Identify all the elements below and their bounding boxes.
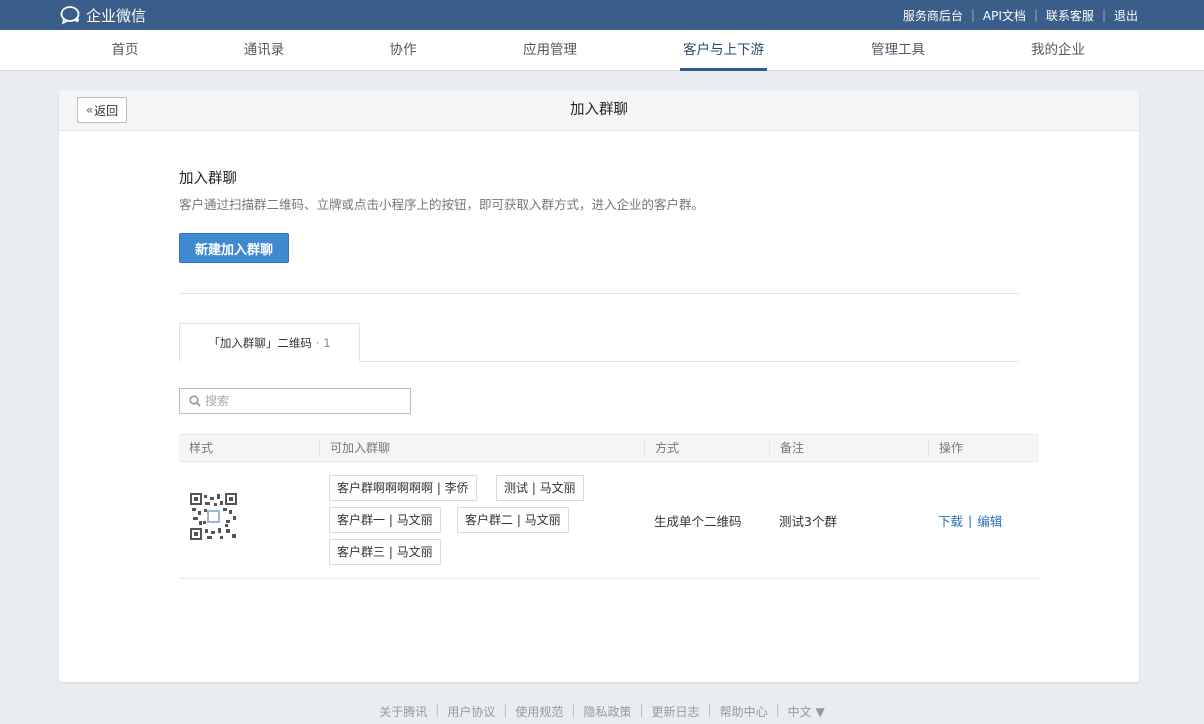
footer-link-about[interactable]: 关于腾讯 xyxy=(379,703,427,721)
separator: | xyxy=(775,703,780,717)
column-header-method: 方式 xyxy=(644,441,679,455)
separator: | xyxy=(1033,8,1038,22)
download-link[interactable]: 下载 xyxy=(938,511,963,530)
search-input[interactable] xyxy=(205,394,395,408)
nav-item-management-tools[interactable]: 管理工具 xyxy=(862,30,934,71)
group-chip: 客户群三 | 马文丽 xyxy=(329,539,441,565)
content-card: 加入群聊 « 返回 加入群聊 客户通过扫描群二维码、立牌或点击小程序上的按钮，即… xyxy=(59,90,1139,682)
group-chip: 客户群二 | 马文丽 xyxy=(457,507,569,533)
page-title: 加入群聊 xyxy=(570,102,628,118)
footer-link-changelog[interactable]: 更新日志 xyxy=(652,703,700,721)
section-title: 加入群聊 xyxy=(179,171,237,187)
card-header: 加入群聊 « 返回 xyxy=(59,90,1139,131)
separator: | xyxy=(970,8,975,22)
double-chevron-left-icon: « xyxy=(85,103,94,117)
contact-support-link[interactable]: 联系客服 xyxy=(1046,7,1094,24)
top-links: 服务商后台 | API文档 | 联系客服 | 退出 xyxy=(903,0,1138,30)
search-box[interactable] xyxy=(179,388,411,414)
separator: | xyxy=(503,703,508,717)
note-cell: 测试3个群 xyxy=(779,514,837,529)
logout-link[interactable]: 退出 xyxy=(1114,7,1138,24)
nav-item-app-management[interactable]: 应用管理 xyxy=(514,30,586,71)
api-docs-link[interactable]: API文档 xyxy=(983,7,1026,24)
divider xyxy=(179,293,1019,294)
table-row: 客户群啊啊啊啊啊 | 李侨 测试 | 马文丽 客户群一 | 马文丽 客户群二 |… xyxy=(179,462,1039,579)
footer-link-help[interactable]: 帮助中心 xyxy=(720,703,768,721)
column-header-note: 备注 xyxy=(769,441,804,455)
table-header: 样式 可加入群聊 方式 备注 操作 xyxy=(179,434,1039,462)
tab-count: · 1 xyxy=(315,335,331,350)
brand-name: 企业微信 xyxy=(86,6,147,25)
brand-logo[interactable]: 企业微信 xyxy=(60,4,146,26)
tab-label: 「加入群聊」二维码 xyxy=(208,335,312,350)
back-button-label: 返回 xyxy=(94,103,119,118)
nav-item-customers[interactable]: 客户与上下游 xyxy=(680,30,767,71)
active-tab-indicator xyxy=(680,68,767,71)
footer: 关于腾讯 | 用户协议 | 使用规范 | 隐私政策 | 更新日志 | 帮助中心 … xyxy=(0,703,1204,721)
separator: | xyxy=(1101,8,1106,22)
nav-item-collaboration[interactable]: 协作 xyxy=(380,30,426,71)
footer-link-usage-rules[interactable]: 使用规范 xyxy=(515,703,563,721)
separator: | xyxy=(435,703,440,717)
nav-item-home[interactable]: 首页 xyxy=(100,30,150,71)
separator: | xyxy=(571,703,576,717)
qr-code-image[interactable] xyxy=(190,493,237,540)
method-cell: 生成单个二维码 xyxy=(654,514,742,529)
group-chip: 客户群一 | 马文丽 xyxy=(329,507,441,533)
separator: | xyxy=(707,703,712,717)
column-header-style: 样式 xyxy=(189,441,214,455)
search-icon xyxy=(189,395,201,407)
section-description: 客户通过扫描群二维码、立牌或点击小程序上的按钮，即可获取入群方式，进入企业的客户… xyxy=(179,197,705,212)
column-header-groups: 可加入群聊 xyxy=(319,441,390,455)
service-provider-link[interactable]: 服务商后台 xyxy=(903,7,963,24)
nav-item-contacts[interactable]: 通讯录 xyxy=(234,30,294,71)
actions-cell: 下载 | 编辑 xyxy=(938,462,1002,579)
wework-logo-icon xyxy=(60,6,80,25)
create-join-group-button[interactable]: 新建加入群聊 xyxy=(179,233,289,263)
tab-join-group-qrcode[interactable]: 「加入群聊」二维码 · 1 xyxy=(179,323,360,362)
group-chip: 测试 | 马文丽 xyxy=(496,475,584,501)
main-nav: 首页 通讯录 协作 应用管理 客户与上下游 管理工具 我的企业 xyxy=(0,30,1204,71)
language-select[interactable]: 中文 ▼ xyxy=(788,703,825,721)
back-button[interactable]: « 返回 xyxy=(77,97,127,123)
group-chip: 客户群啊啊啊啊啊 | 李侨 xyxy=(329,475,477,501)
nav-item-customers-label: 客户与上下游 xyxy=(683,42,764,58)
footer-link-privacy[interactable]: 隐私政策 xyxy=(583,703,631,721)
separator: | xyxy=(639,703,644,717)
nav-item-my-enterprise[interactable]: 我的企业 xyxy=(1022,30,1094,71)
top-bar: 企业微信 服务商后台 | API文档 | 联系客服 | 退出 xyxy=(0,0,1204,30)
edit-link[interactable]: 编辑 xyxy=(977,511,1002,530)
separator: | xyxy=(968,513,973,528)
footer-link-agreement[interactable]: 用户协议 xyxy=(447,703,495,721)
column-header-actions: 操作 xyxy=(928,441,963,455)
